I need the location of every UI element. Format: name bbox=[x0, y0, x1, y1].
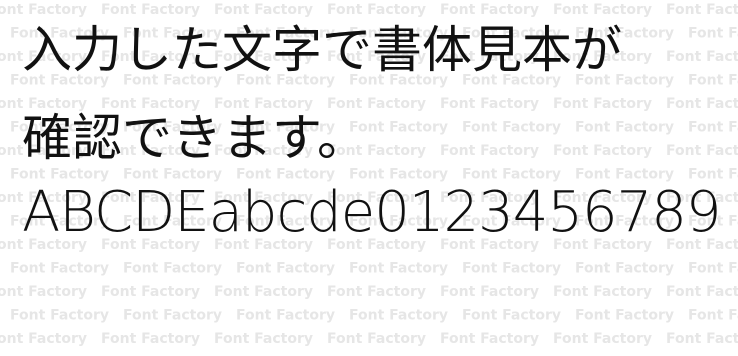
font-sample-area: Font Factory Font Factory Font Factory Font… bbox=[0, 0, 738, 356]
watermark-text: Font Factory bbox=[440, 331, 539, 347]
watermark-text: Font Factory bbox=[666, 331, 738, 347]
watermark-text: Font Factory bbox=[214, 284, 313, 300]
watermark-text: Font Factory bbox=[349, 261, 448, 277]
sample-text-line-3: ABCDEabcde0123456789 bbox=[22, 180, 722, 245]
watermark-text: Font Factory bbox=[123, 261, 222, 277]
watermark-text: Font Factory bbox=[575, 261, 674, 277]
watermark-text: Font Factory bbox=[440, 96, 539, 112]
watermark-text: Font Factory bbox=[10, 308, 109, 324]
watermark-text: Font Factory bbox=[553, 331, 652, 347]
watermark-text: Font Factory bbox=[575, 308, 674, 324]
watermark-text: Font Factory bbox=[327, 331, 426, 347]
sample-text-line-1: 入力した文字で書体見本が bbox=[22, 21, 622, 79]
watermark-text: Font Factory bbox=[666, 96, 738, 112]
watermark-text: Font Factory bbox=[666, 49, 738, 65]
watermark-text: Font Factory bbox=[349, 308, 448, 324]
watermark-text: Font Factory bbox=[688, 261, 738, 277]
watermark-text: Font Factory bbox=[440, 284, 539, 300]
watermark-text: Font Factory bbox=[688, 308, 738, 324]
watermark-text: Font Factory bbox=[0, 331, 87, 347]
watermark-text: Font Factory bbox=[462, 308, 561, 324]
watermark-text: Font Factory bbox=[236, 308, 335, 324]
watermark-text: Font Factory bbox=[10, 261, 109, 277]
watermark-text: Font Factory bbox=[553, 143, 652, 159]
watermark-text: Font Factory bbox=[0, 284, 87, 300]
watermark-text: Font Factory bbox=[327, 284, 426, 300]
watermark-text: Font Factory bbox=[688, 120, 738, 136]
watermark-text: Font Factory bbox=[575, 120, 674, 136]
watermark-text: Font Factory bbox=[440, 143, 539, 159]
watermark-text: Font Factory bbox=[666, 2, 738, 18]
watermark-text: Font Factory bbox=[666, 143, 738, 159]
watermark-text: Font Factory bbox=[666, 284, 738, 300]
watermark-text: Font Factory bbox=[553, 284, 652, 300]
watermark-text: Font Factory bbox=[214, 331, 313, 347]
watermark-text: Font Factory bbox=[688, 26, 738, 42]
watermark-text: Font Factory bbox=[462, 120, 561, 136]
watermark-text: Font Factory bbox=[123, 308, 222, 324]
watermark-text: Font Factory bbox=[462, 261, 561, 277]
watermark-text: Font Factory bbox=[101, 331, 200, 347]
watermark-text: Font Factory bbox=[688, 73, 738, 89]
watermark-text: Font Factory bbox=[101, 284, 200, 300]
watermark-text: Font Factory bbox=[236, 261, 335, 277]
sample-text-line-2: 確認できます。 bbox=[22, 109, 367, 167]
watermark-text: Font Factory bbox=[553, 96, 652, 112]
